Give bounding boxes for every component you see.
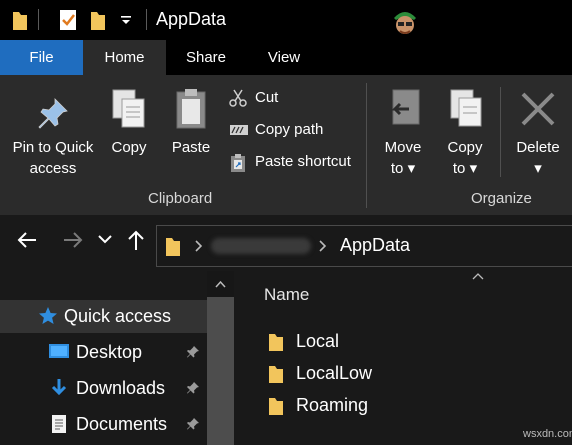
navigation-bar: AppData — [0, 215, 572, 271]
cut-label: Cut — [255, 89, 279, 106]
clipboard-group-label: Clipboard — [148, 190, 213, 207]
pin-label-line2: access — [29, 160, 77, 177]
scroll-thumb[interactable] — [207, 297, 234, 445]
pin-icon — [38, 98, 68, 129]
folder-icon[interactable] — [12, 9, 28, 31]
back-arrow-icon[interactable] — [16, 229, 38, 251]
new-folder-icon[interactable] — [90, 9, 106, 31]
breadcrumb-appdata[interactable]: AppData — [340, 235, 410, 256]
nav-pane-scrollbar[interactable] — [207, 271, 234, 445]
pin-to-quick-access-button[interactable]: Pin to Quick access — [4, 95, 102, 179]
folder-name: LocalLow — [296, 363, 373, 383]
copy-button[interactable]: Copy — [106, 87, 152, 158]
window-title: AppData — [156, 9, 227, 29]
appuals-mascot-icon — [394, 12, 416, 34]
paste-shortcut-icon — [231, 154, 245, 172]
address-bar[interactable]: AppData — [156, 225, 572, 267]
folder-icon — [269, 398, 283, 415]
nav-item-downloads[interactable]: Downloads — [0, 372, 207, 405]
file-list: Name Local LocalLow Roaming — [234, 271, 572, 445]
folder-icon — [269, 366, 283, 383]
group-divider — [366, 83, 367, 208]
documents-label: Documents — [76, 414, 168, 434]
ribbon-home: Pin to Quick access Copy Paste Cut Copy … — [0, 75, 572, 215]
paste-icon — [176, 89, 206, 129]
download-arrow-icon — [51, 379, 67, 396]
copy-path-icon — [230, 125, 248, 135]
nav-item-desktop[interactable]: Desktop — [0, 336, 207, 369]
properties-icon[interactable] — [58, 9, 78, 31]
star-icon — [39, 307, 57, 324]
nav-item-quick-access[interactable]: Quick access — [0, 300, 207, 333]
copy-label: Copy — [111, 139, 147, 156]
cut-button[interactable]: Cut — [229, 87, 339, 109]
move-to-label-line2: to ▾ — [390, 160, 416, 177]
delete-label: Delete — [516, 139, 560, 156]
folder-icon — [269, 334, 283, 351]
navigation-pane: Quick access Desktop Downloads Documents — [0, 271, 207, 445]
downloads-label: Downloads — [76, 378, 166, 398]
desktop-icon — [49, 344, 69, 358]
document-icon — [52, 415, 66, 433]
ribbon-tabs: File Home Share View — [0, 40, 572, 75]
tab-share[interactable]: Share — [166, 40, 246, 75]
move-to-icon — [391, 89, 420, 125]
chevron-right-icon[interactable] — [319, 240, 327, 252]
tab-view[interactable]: View — [246, 40, 322, 75]
tab-file[interactable]: File — [0, 40, 83, 75]
title-bar: AppData — [0, 0, 572, 40]
organize-group-label: Organize — [471, 190, 532, 207]
folder-name: Local — [296, 331, 340, 351]
paste-shortcut-label: Paste shortcut — [255, 153, 351, 170]
sort-ascending-icon — [472, 273, 484, 280]
folder-icon — [166, 238, 180, 256]
pin-icon[interactable] — [186, 345, 200, 359]
copy-icon — [112, 89, 145, 128]
folder-name: Roaming — [296, 395, 369, 415]
chevron-right-icon[interactable] — [195, 240, 203, 252]
forward-arrow-icon[interactable] — [62, 229, 84, 251]
delete-button[interactable]: Delete ▾ — [510, 89, 566, 179]
recent-locations-chevron-icon[interactable] — [98, 235, 112, 245]
tab-home[interactable]: Home — [83, 40, 166, 75]
column-header-name[interactable]: Name — [264, 285, 309, 305]
desktop-label: Desktop — [76, 342, 143, 362]
pin-icon[interactable] — [186, 417, 200, 431]
paste-shortcut-button[interactable]: Paste shortcut — [229, 151, 359, 173]
organize-divider — [500, 87, 501, 177]
blurred-path-segment — [211, 238, 311, 254]
move-to-button[interactable]: Move to ▾ — [378, 87, 428, 179]
customize-toolbar-chevron-icon[interactable] — [120, 15, 132, 27]
move-to-label-line1: Move — [384, 139, 422, 156]
nav-item-documents[interactable]: Documents — [0, 408, 207, 441]
scissors-icon — [229, 89, 247, 107]
copy-to-button[interactable]: Copy to ▾ — [440, 87, 490, 179]
paste-button[interactable]: Paste — [166, 87, 216, 158]
copy-to-icon — [450, 89, 482, 127]
pin-icon[interactable] — [186, 381, 200, 395]
copy-to-label-line1: Copy — [447, 139, 483, 156]
delete-dropdown-icon[interactable]: ▾ — [510, 158, 566, 179]
scroll-up-arrow-icon[interactable] — [215, 281, 226, 288]
watermark-text: wsxdn.com — [523, 428, 572, 440]
paste-label: Paste — [171, 139, 211, 156]
pin-label-line1: Pin to Quick — [12, 139, 94, 156]
quick-access-label: Quick access — [64, 306, 172, 326]
delete-x-icon — [521, 92, 555, 126]
copy-path-button[interactable]: Copy path — [229, 119, 339, 141]
copy-path-label: Copy path — [255, 121, 324, 138]
copy-to-label-line2: to ▾ — [452, 160, 478, 177]
up-arrow-icon[interactable] — [126, 229, 146, 251]
